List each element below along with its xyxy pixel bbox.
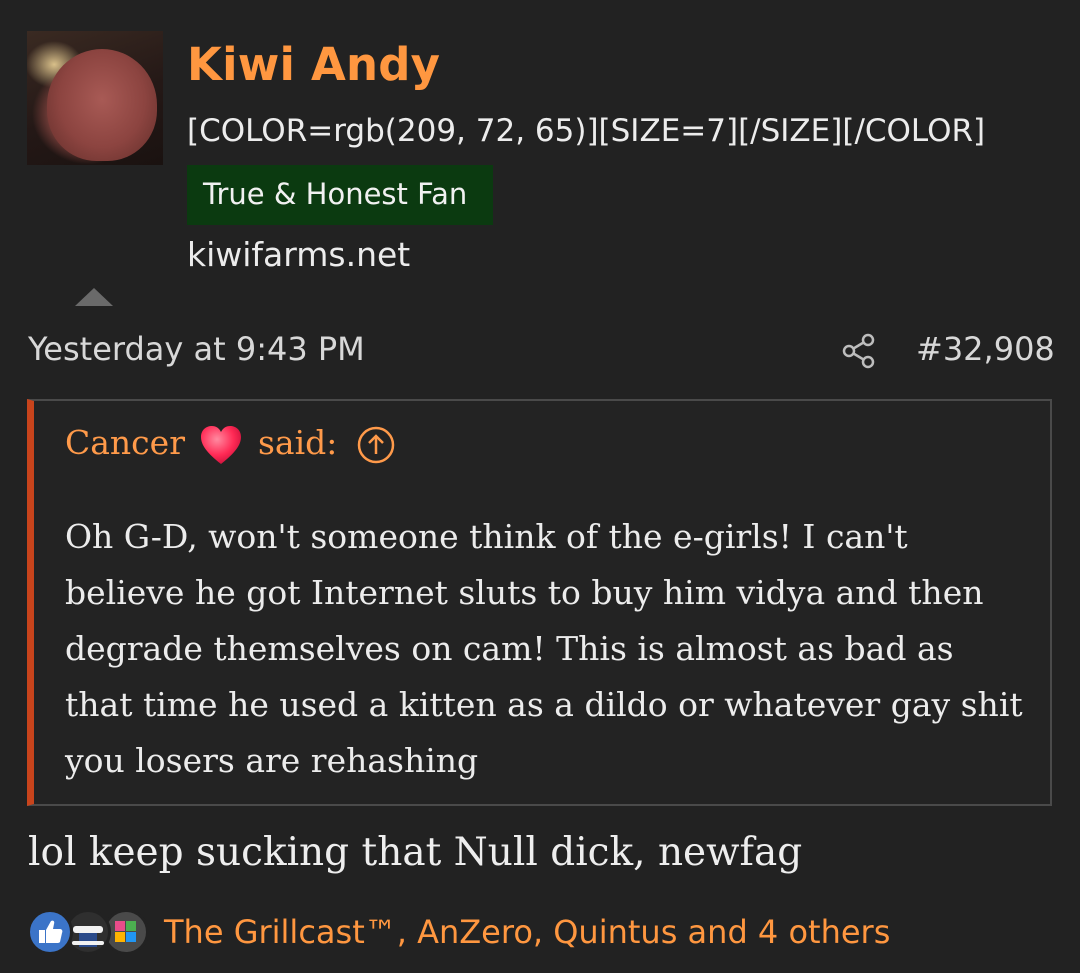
post-number-link[interactable]: #32,908 bbox=[916, 330, 1055, 368]
quote-block: Cancer said: Oh G-D, won't someone think… bbox=[27, 399, 1052, 806]
username-link[interactable]: Kiwi Andy bbox=[187, 38, 440, 91]
reaction-users-link[interactable]: The Grillcast™, AnZero, Quintus and 4 ot… bbox=[164, 913, 890, 951]
user-avatar[interactable] bbox=[27, 31, 163, 165]
user-website: kiwifarms.net bbox=[187, 235, 411, 274]
quote-body-text: Oh G-D, won't someone think of the e-gir… bbox=[65, 517, 1023, 780]
avatar-face bbox=[47, 49, 157, 161]
user-custom-title: [COLOR=rgb(209, 72, 65)][SIZE=7][/SIZE][… bbox=[187, 113, 986, 149]
heart-icon bbox=[201, 426, 242, 464]
user-banner: True & Honest Fan bbox=[187, 165, 493, 225]
user-banner-label: True & Honest Fan bbox=[203, 177, 468, 211]
post-timestamp[interactable]: Yesterday at 9:43 PM bbox=[28, 330, 365, 368]
post-body-text: lol keep sucking that Null dick, newfag bbox=[28, 830, 803, 875]
quote-author-link[interactable]: Cancer bbox=[65, 423, 185, 462]
share-icon[interactable] bbox=[842, 333, 876, 369]
jump-to-quote-icon[interactable] bbox=[356, 425, 396, 465]
quote-attribution: Cancer said: bbox=[65, 423, 396, 466]
collapse-caret-icon[interactable] bbox=[75, 288, 113, 306]
quote-said-label: said: bbox=[257, 423, 338, 462]
like-icon bbox=[27, 909, 73, 955]
